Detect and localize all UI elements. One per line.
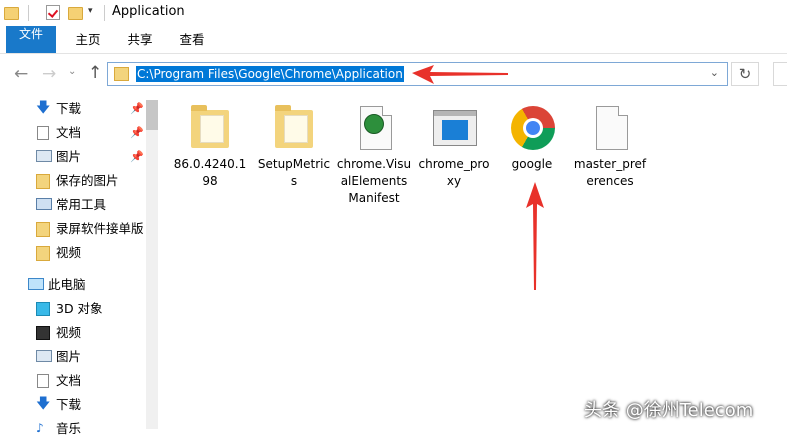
- pin-icon[interactable]: 📌: [130, 98, 144, 120]
- refresh-button[interactable]: ↻: [731, 62, 759, 86]
- file-name: 86.0.4240.198: [173, 157, 247, 188]
- back-icon[interactable]: ←: [14, 64, 28, 84]
- file-item[interactable]: master_preferences: [572, 104, 648, 190]
- file-item[interactable]: chrome.VisualElementsManifest: [336, 104, 412, 207]
- sidebar-item-label: 视频: [56, 245, 82, 260]
- documents-icon: [37, 374, 49, 388]
- sidebar-item-label: 图片: [56, 149, 82, 164]
- sidebar-item-label: 此电脑: [48, 277, 86, 292]
- folder-icon: [4, 7, 19, 20]
- sidebar-item-label: 视频: [56, 325, 82, 340]
- folder-icon: [114, 67, 129, 81]
- file-name: master_preferences: [573, 157, 647, 188]
- videos-icon: [36, 326, 50, 340]
- file-name: chrome_proxy: [418, 157, 490, 188]
- sidebar-item-label: 下载: [56, 101, 82, 116]
- manifest-file-icon: [351, 104, 397, 152]
- divider: [104, 5, 105, 21]
- sidebar-item-label: 录屏软件接单版: [56, 221, 144, 236]
- file-item[interactable]: chrome_proxy: [416, 104, 492, 190]
- chrome-icon: [509, 104, 555, 152]
- annotation-arrow-chrome: [526, 182, 544, 290]
- search-input[interactable]: [773, 62, 787, 86]
- sidebar-item-label: 文档: [56, 125, 82, 140]
- address-path[interactable]: C:\Program Files\Google\Chrome\Applicati…: [136, 66, 404, 82]
- folder-icon: [36, 174, 50, 189]
- chevron-down-icon[interactable]: ⌄: [710, 66, 719, 79]
- refresh-icon: ↻: [738, 65, 752, 83]
- folder-icon: [187, 104, 233, 152]
- 3d-objects-icon: [36, 302, 50, 316]
- sidebar-scrollbar[interactable]: [146, 100, 158, 429]
- watermark: 头条 @徐州Telecom: [584, 400, 754, 421]
- music-icon: ♪: [36, 421, 44, 435]
- scrollbar-thumb[interactable]: [146, 100, 158, 130]
- app-window-icon: [431, 104, 477, 152]
- tab-file[interactable]: 文件: [6, 26, 56, 53]
- documents-icon: [37, 126, 49, 140]
- arrow-shape: [526, 182, 544, 290]
- sidebar-item-label: 音乐: [56, 421, 82, 436]
- pin-icon[interactable]: 📌: [130, 146, 144, 168]
- sidebar-item-label: 文档: [56, 373, 82, 388]
- folder-icon: [36, 222, 50, 237]
- properties-icon[interactable]: [46, 5, 60, 20]
- pictures-icon: [36, 150, 52, 162]
- recent-locations-icon[interactable]: ⌄: [68, 66, 76, 77]
- file-item[interactable]: google: [494, 104, 570, 173]
- tab-share[interactable]: 共享: [120, 26, 160, 53]
- download-icon: 🡇: [36, 396, 51, 412]
- divider: [28, 5, 29, 21]
- folder-icon: [271, 104, 317, 152]
- computer-icon: [28, 278, 44, 290]
- new-folder-icon[interactable]: [68, 7, 83, 20]
- file-name: SetupMetrics: [257, 157, 331, 188]
- annotation-arrow-address: [412, 65, 508, 84]
- customize-toolbar-icon[interactable]: ▾: [88, 6, 93, 16]
- sidebar-item-label: 常用工具: [56, 197, 107, 212]
- sidebar-item-label: 下载: [56, 397, 82, 412]
- pictures-icon: [36, 350, 52, 362]
- title-bar: ▾ Application: [0, 0, 787, 26]
- window-title: Application: [112, 4, 185, 19]
- navigation-pane: 🡇 下载 📌 文档 📌 图片 📌 保存的图片 常用工具 录屏软件接单版 视频 此…: [0, 96, 160, 436]
- arrow-shape: [412, 65, 508, 84]
- forward-icon[interactable]: →: [42, 64, 56, 84]
- ribbon-tabs: 文件 主页 共享 查看: [0, 26, 787, 54]
- tab-home[interactable]: 主页: [68, 26, 108, 53]
- tools-icon: [36, 198, 52, 210]
- file-name: chrome.VisualElementsManifest: [336, 157, 412, 205]
- sidebar-item-label: 图片: [56, 349, 82, 364]
- blank-file-icon: [587, 104, 633, 152]
- sidebar-item-label: 3D 对象: [56, 301, 103, 316]
- file-item[interactable]: SetupMetrics: [256, 104, 332, 190]
- tab-view[interactable]: 查看: [172, 26, 212, 53]
- file-item[interactable]: 86.0.4240.198: [172, 104, 248, 190]
- pin-icon[interactable]: 📌: [130, 122, 144, 144]
- sidebar-item-label: 保存的图片: [56, 173, 119, 188]
- download-icon: 🡇: [36, 100, 51, 116]
- file-name: google: [511, 157, 553, 171]
- up-icon[interactable]: ↑: [88, 63, 102, 83]
- folder-icon: [36, 246, 50, 261]
